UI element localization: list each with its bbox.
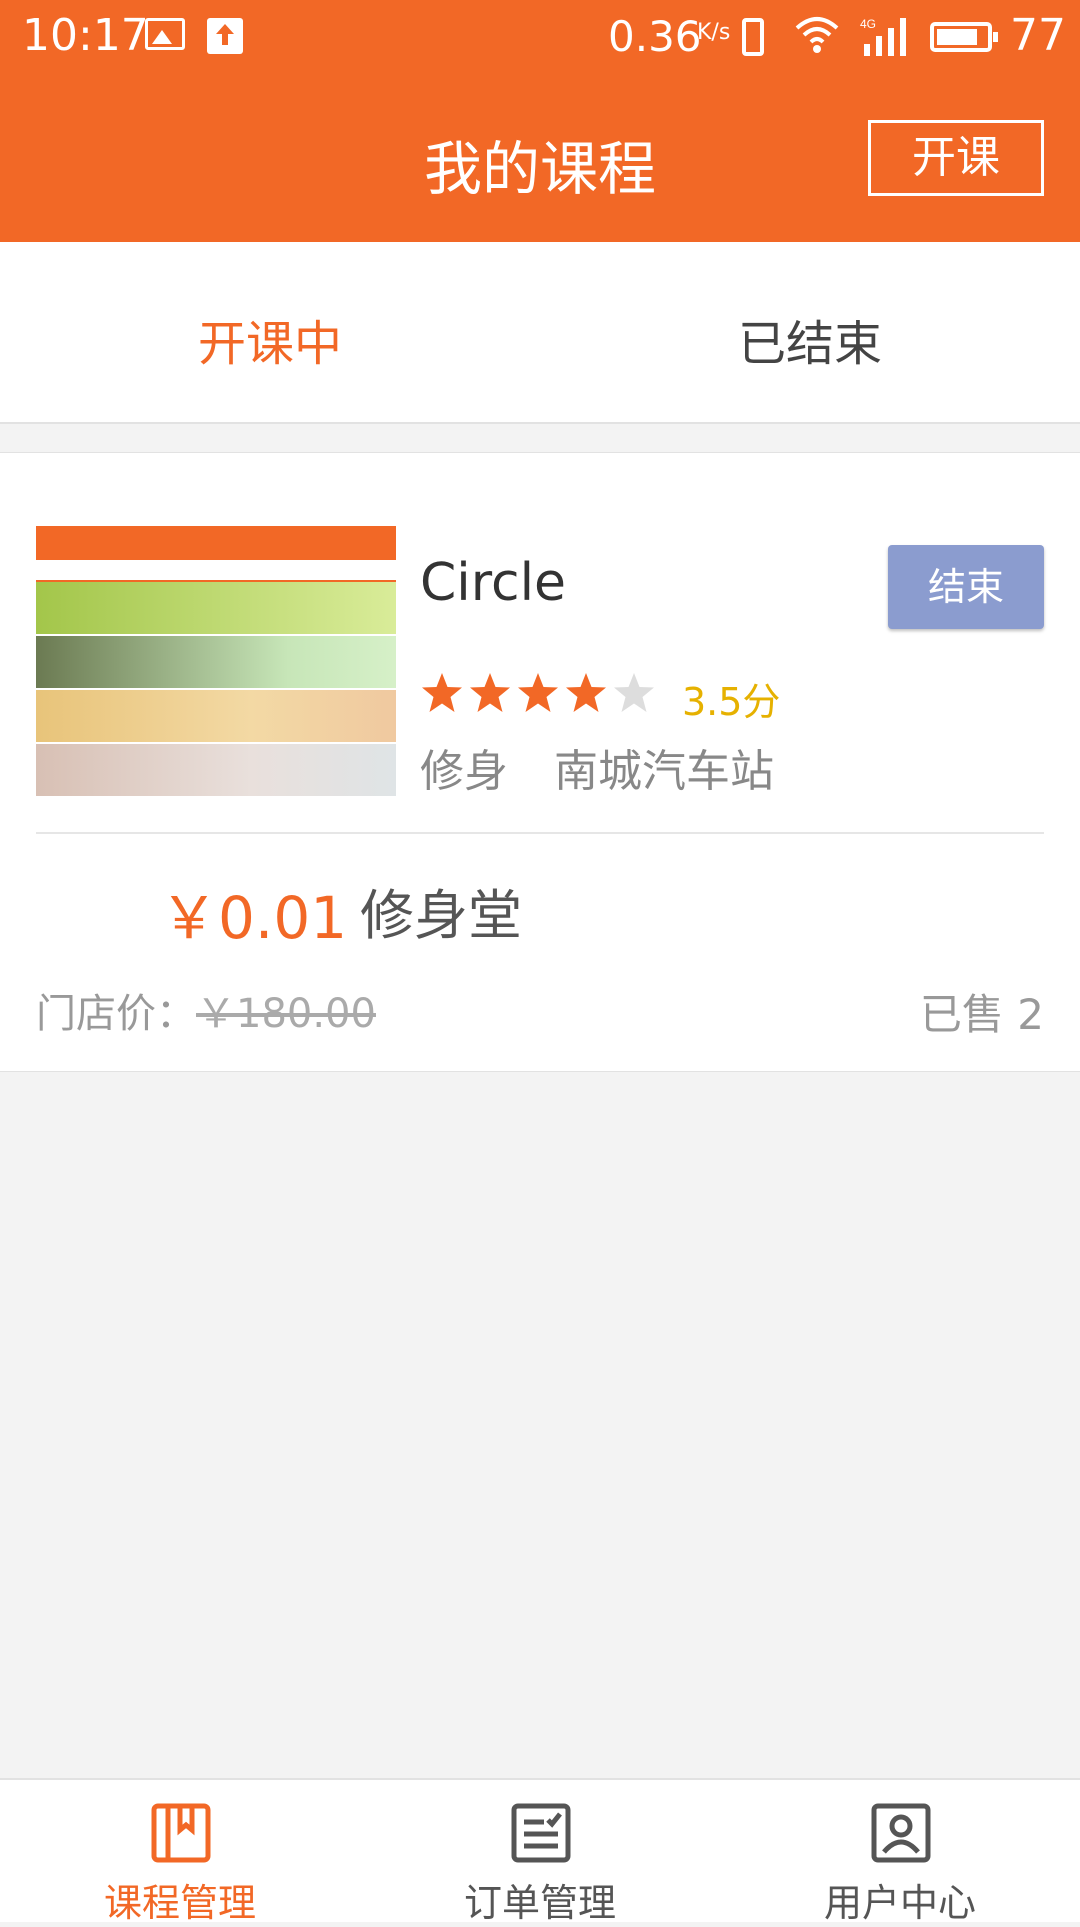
open-course-button[interactable]: 开课 bbox=[868, 120, 1044, 196]
svg-text:4G: 4G bbox=[860, 17, 876, 31]
battery-icon bbox=[930, 22, 998, 52]
nav-label: 课程管理 bbox=[103, 1881, 256, 1925]
sold-count: 已售 2 bbox=[919, 990, 1044, 1039]
wifi-icon bbox=[795, 17, 839, 53]
rating-score: 3.5分 bbox=[682, 680, 781, 724]
divider bbox=[36, 832, 1044, 834]
course-category: 修身 bbox=[420, 746, 508, 797]
course-name: Circle bbox=[420, 553, 567, 613]
course-book-icon bbox=[151, 1803, 211, 1863]
star-icon bbox=[614, 673, 654, 712]
nav-label: 订单管理 bbox=[463, 1881, 616, 1925]
nav-user-center[interactable]: 用户中心 bbox=[720, 1780, 1080, 1925]
course-tabs: 开课中 已结束 bbox=[0, 242, 1080, 424]
status-bar: 10:17 0.36 K/s 4G 77 bbox=[0, 0, 1080, 74]
store-price: ￥180.00 bbox=[196, 991, 376, 1037]
tab-ended[interactable]: 已结束 bbox=[540, 304, 1080, 374]
4g-signal-icon: 4G bbox=[860, 17, 906, 56]
end-course-button[interactable]: 结束 bbox=[888, 545, 1044, 629]
image-icon bbox=[145, 18, 185, 50]
title-bar: 我的课程 开课 bbox=[0, 74, 1080, 242]
course-card[interactable]: Circle 结束 3.5分 修身 南城汽车站 ￥0.01 修身堂 门店价： ￥… bbox=[0, 452, 1080, 1072]
star-icon bbox=[518, 673, 558, 712]
nav-label: 用户中心 bbox=[823, 1881, 976, 1925]
user-icon bbox=[871, 1803, 931, 1863]
net-speed-unit: K/s bbox=[697, 20, 731, 45]
star-icon bbox=[470, 673, 510, 712]
nav-course-management[interactable]: 课程管理 bbox=[0, 1780, 360, 1925]
bottom-nav: 课程管理 订单管理 用户中心 bbox=[0, 1778, 1080, 1925]
battery-level: 77 bbox=[1010, 10, 1066, 61]
status-time: 10:17 bbox=[22, 10, 149, 61]
rating-stars bbox=[420, 671, 660, 719]
shop-name: 修身堂 bbox=[360, 884, 522, 947]
upload-icon bbox=[207, 18, 243, 54]
star-icon bbox=[422, 673, 462, 712]
star-icon bbox=[566, 673, 606, 712]
course-location: 南城汽车站 bbox=[554, 746, 774, 797]
vibrate-icon bbox=[742, 18, 764, 56]
store-price-label: 门店价： bbox=[36, 991, 196, 1037]
net-speed: 0.36 bbox=[608, 12, 702, 61]
order-list-icon bbox=[511, 1803, 571, 1863]
course-thumbnail bbox=[36, 526, 396, 796]
course-price: ￥0.01 bbox=[160, 884, 348, 952]
tab-in-progress[interactable]: 开课中 bbox=[0, 304, 540, 374]
nav-order-management[interactable]: 订单管理 bbox=[360, 1780, 720, 1925]
